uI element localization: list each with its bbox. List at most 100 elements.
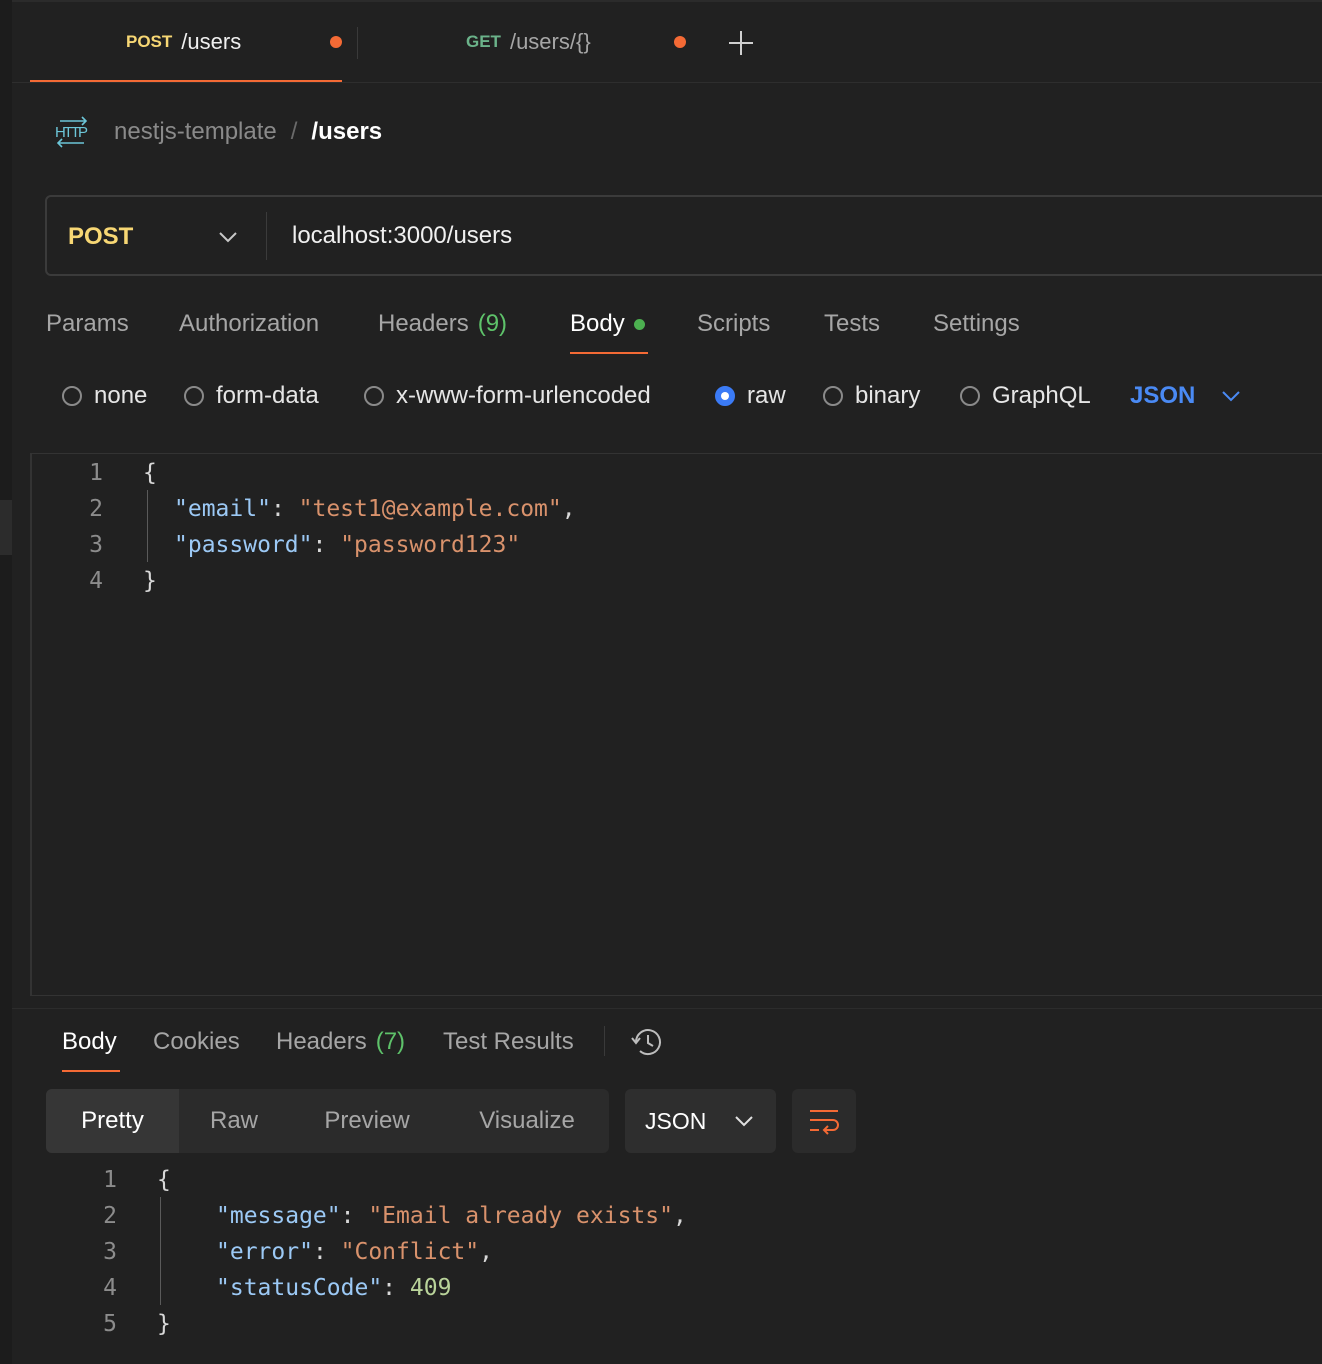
chevron-down-icon bbox=[1222, 391, 1241, 402]
sidebar-handle[interactable] bbox=[0, 500, 12, 555]
view-preview-button[interactable]: Preview bbox=[289, 1089, 445, 1153]
url-separator bbox=[266, 212, 267, 260]
response-tab-headers[interactable]: Headers (7) bbox=[276, 1024, 405, 1060]
line-number: 2 bbox=[89, 496, 103, 522]
tab-method: POST bbox=[126, 31, 173, 51]
tab-body-label: Body bbox=[570, 310, 625, 337]
code-line-error: "error": "Conflict", bbox=[216, 1239, 493, 1265]
radio-circle[interactable] bbox=[960, 386, 980, 406]
radio-circle[interactable] bbox=[364, 386, 384, 406]
radio-binary[interactable]: binary bbox=[823, 378, 920, 414]
wrap-lines-icon bbox=[810, 1110, 839, 1135]
radio-urlencoded[interactable]: x-www-form-urlencoded bbox=[364, 378, 651, 414]
code-close-brace: } bbox=[157, 1311, 171, 1337]
line-number: 5 bbox=[103, 1311, 117, 1337]
format-label: JSON bbox=[645, 1107, 707, 1134]
json-string: "test1@example.com" bbox=[298, 496, 562, 522]
tab-headers-label: Headers bbox=[378, 310, 469, 337]
tab-tests[interactable]: Tests bbox=[824, 306, 880, 342]
line-number: 1 bbox=[103, 1167, 117, 1193]
radio-raw[interactable]: raw bbox=[715, 378, 786, 414]
body-language-select[interactable]: JSON bbox=[1130, 378, 1241, 414]
history-button[interactable] bbox=[629, 1024, 665, 1060]
radio-label: raw bbox=[747, 382, 786, 409]
json-key: "message" bbox=[216, 1203, 341, 1229]
code-open-brace: { bbox=[143, 460, 157, 486]
code-open-brace: { bbox=[157, 1167, 171, 1193]
tab-separator bbox=[604, 1026, 605, 1056]
tab-path: /users bbox=[181, 28, 242, 54]
tab-body[interactable]: Body bbox=[570, 306, 645, 342]
radio-label: GraphQL bbox=[992, 382, 1091, 409]
radio-circle-checked[interactable] bbox=[715, 386, 735, 406]
tab-settings[interactable]: Settings bbox=[933, 306, 1020, 342]
response-headers-label: Headers bbox=[276, 1028, 367, 1055]
response-tab-cookies[interactable]: Cookies bbox=[153, 1024, 240, 1060]
radio-label: binary bbox=[855, 382, 921, 409]
response-headers-count: (7) bbox=[375, 1028, 406, 1055]
line-number: 2 bbox=[103, 1203, 117, 1229]
response-format-select[interactable]: JSON bbox=[625, 1089, 776, 1153]
response-tab-test-results[interactable]: Test Results bbox=[443, 1024, 574, 1060]
svg-text:HTTP: HTTP bbox=[55, 124, 88, 141]
tab-path: /users/{} bbox=[509, 28, 591, 54]
json-key: "error" bbox=[216, 1239, 313, 1265]
json-string: "Email already exists" bbox=[368, 1203, 673, 1229]
active-tab-indicator bbox=[30, 80, 342, 82]
code-line-email: "email": "test1@example.com", bbox=[174, 496, 576, 522]
url-input[interactable]: localhost:3000/users bbox=[292, 216, 512, 256]
method-label: POST bbox=[68, 223, 134, 250]
radio-circle[interactable] bbox=[823, 386, 843, 406]
breadcrumb-collection[interactable]: nestjs-template bbox=[114, 118, 277, 146]
tab-headers[interactable]: Headers (9) bbox=[378, 306, 507, 342]
tab-get-users-id[interactable]: GET /users/{} bbox=[466, 0, 591, 83]
wrap-lines-button[interactable] bbox=[792, 1089, 856, 1153]
view-pretty-button[interactable]: Pretty bbox=[46, 1089, 179, 1153]
method-select[interactable]: POST bbox=[68, 218, 238, 256]
response-divider[interactable] bbox=[12, 1008, 1322, 1009]
chevron-down-icon bbox=[735, 1116, 754, 1127]
tab-authorization[interactable]: Authorization bbox=[179, 306, 319, 342]
radio-circle[interactable] bbox=[62, 386, 82, 406]
radio-label: form-data bbox=[216, 382, 319, 409]
radio-form-data[interactable]: form-data bbox=[184, 378, 319, 414]
left-sidebar-edge bbox=[0, 0, 12, 1364]
active-tab-indicator bbox=[570, 352, 648, 354]
code-line-password: "password": "password123" bbox=[174, 532, 521, 558]
code-line-message: "message": "Email already exists", bbox=[216, 1203, 687, 1229]
response-tab-body[interactable]: Body bbox=[62, 1024, 117, 1060]
json-key: "statusCode" bbox=[216, 1275, 383, 1301]
body-set-indicator bbox=[633, 318, 645, 330]
view-visualize-button[interactable]: Visualize bbox=[445, 1089, 609, 1153]
active-tab-indicator bbox=[62, 1070, 120, 1072]
code-close-brace: } bbox=[143, 568, 157, 594]
tab-scripts[interactable]: Scripts bbox=[697, 306, 770, 342]
new-tab-button[interactable] bbox=[726, 28, 756, 58]
breadcrumb-separator: / bbox=[290, 118, 298, 145]
breadcrumb-request[interactable]: /users bbox=[311, 118, 382, 146]
tab-method: GET bbox=[466, 31, 501, 51]
breadcrumb: HTTP nestjs-template / /users bbox=[54, 112, 382, 152]
view-raw-button[interactable]: Raw bbox=[179, 1089, 289, 1153]
headers-count: (9) bbox=[477, 310, 508, 337]
line-number: 3 bbox=[89, 532, 103, 558]
tab-params[interactable]: Params bbox=[46, 306, 129, 342]
indent-guide bbox=[147, 490, 148, 562]
chevron-down-icon bbox=[219, 232, 237, 243]
line-number: 3 bbox=[103, 1239, 117, 1265]
radio-none[interactable]: none bbox=[62, 378, 147, 414]
indent-guide bbox=[160, 1197, 161, 1305]
tab-post-users[interactable]: POST /users bbox=[126, 0, 241, 83]
radio-label: x-www-form-urlencoded bbox=[396, 382, 651, 409]
json-number: 409 bbox=[409, 1275, 452, 1301]
history-icon bbox=[631, 1029, 661, 1056]
radio-circle[interactable] bbox=[184, 386, 204, 406]
json-key: "email" bbox=[174, 496, 271, 522]
line-number: 4 bbox=[89, 568, 103, 594]
tab-separator bbox=[357, 27, 358, 59]
language-label: JSON bbox=[1130, 382, 1196, 409]
radio-graphql[interactable]: GraphQL bbox=[960, 378, 1091, 414]
radio-label: none bbox=[94, 382, 148, 409]
http-icon: HTTP bbox=[54, 115, 90, 149]
json-string: "password123" bbox=[340, 532, 521, 558]
